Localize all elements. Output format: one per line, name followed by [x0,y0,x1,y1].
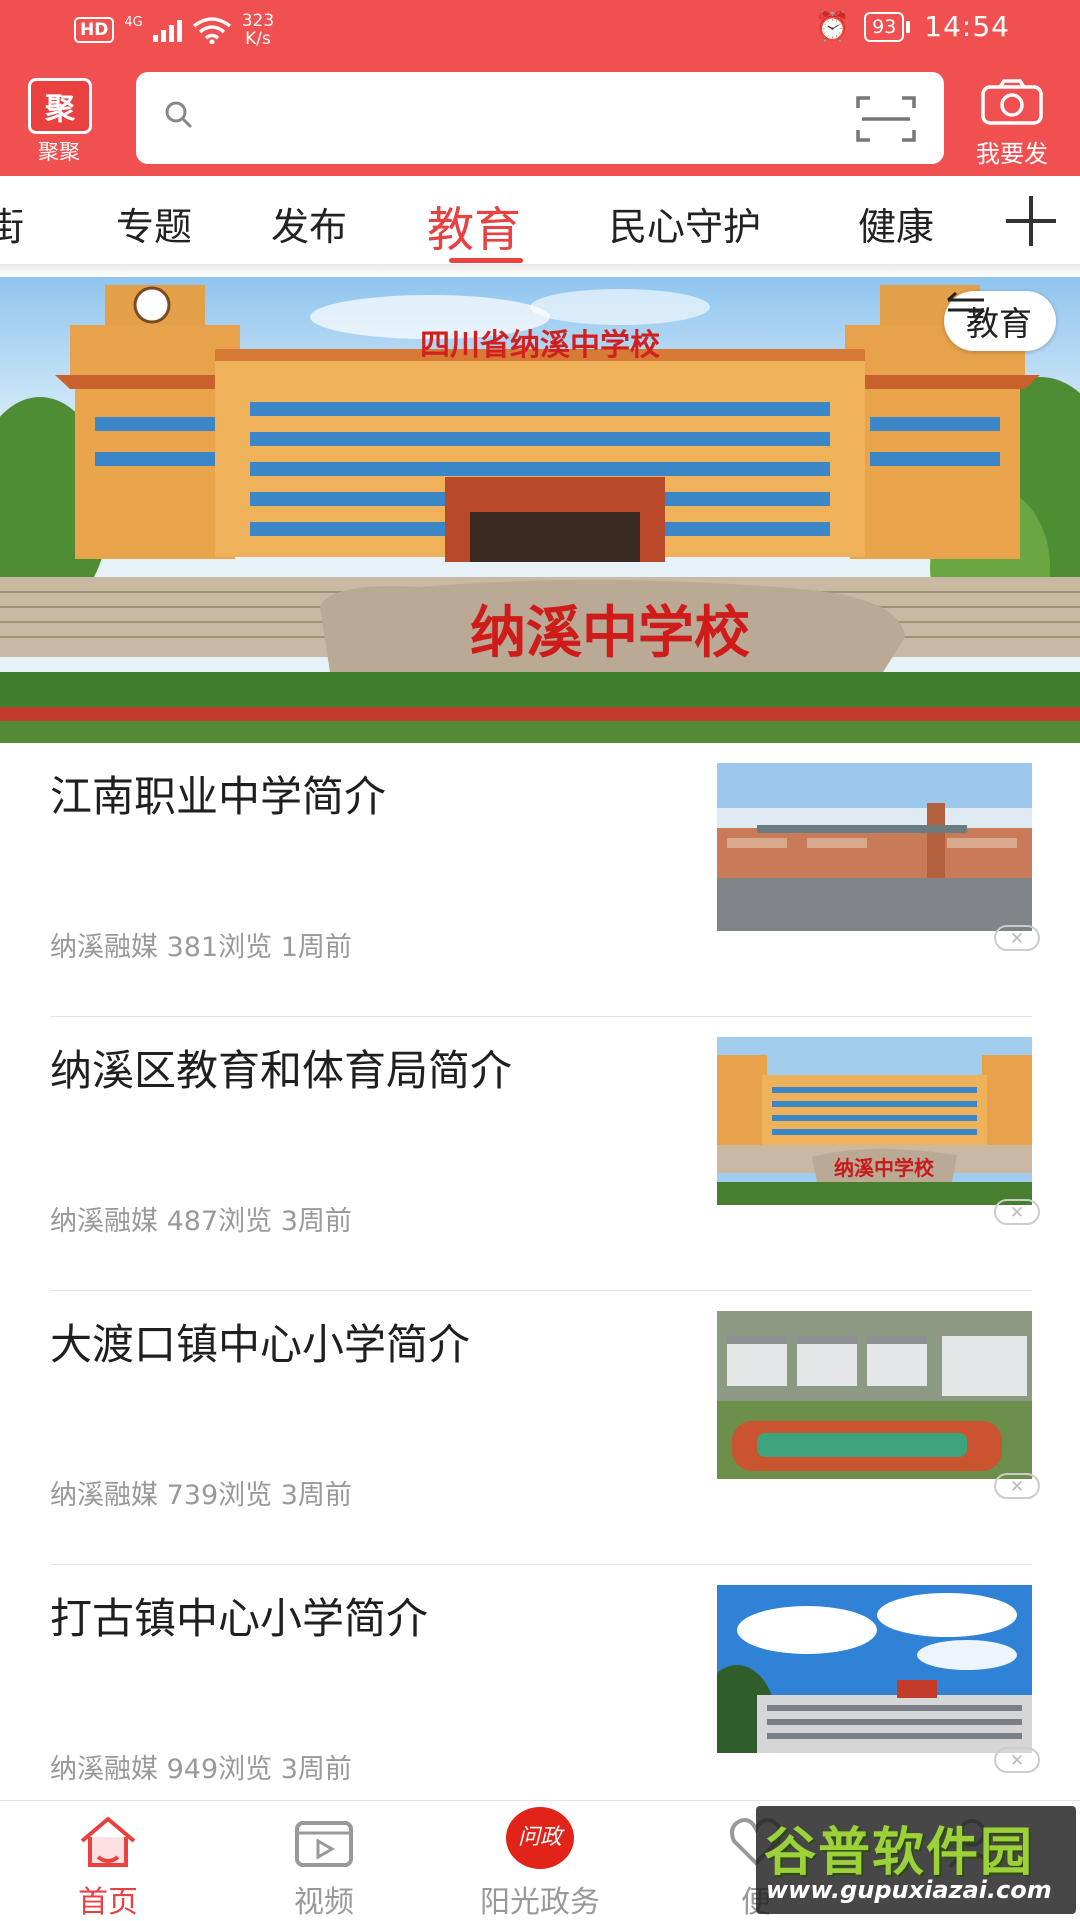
dismiss-button[interactable]: ✕ [994,1747,1040,1773]
news-item[interactable]: 江南职业中学简介 纳溪融媒 381浏览 1周前 ✕ [0,743,1080,1017]
tab-people[interactable]: 民心守护 [609,196,761,251]
video-icon [295,1821,353,1867]
news-item[interactable]: 打古镇中心小学简介 纳溪融媒 949浏览 3周前 ✕ [0,1565,1080,1839]
switch-arrows-icon [947,291,985,319]
battery-level: 93 [864,12,905,42]
watermark-url: www.gupuxiazai.com [766,1876,1052,1904]
tabs-divider [0,264,1080,276]
active-tab-indicator [449,258,523,263]
app-logo[interactable]: 聚 聚聚 [28,78,92,166]
news-meta: 纳溪融媒 949浏览 3周前 [50,1754,352,1785]
search-bar[interactable] [136,72,944,164]
post-label: 我要发 [976,140,1048,168]
alarm-icon: ⏰ [815,10,851,43]
watermark-name: 谷普软件园 [764,1823,1035,1883]
nav-home-label: 首页 [78,1885,138,1920]
news-meta: 纳溪融媒 487浏览 3周前 [50,1206,352,1237]
logo-label: 聚聚 [38,140,80,164]
dismiss-button[interactable]: ✕ [994,925,1040,951]
news-title[interactable]: 江南职业中学简介 [50,769,690,825]
site-watermark: 谷普软件园 www.gupuxiazai.com [756,1806,1076,1914]
hd-indicator: HD [74,17,115,43]
news-item[interactable]: 纳溪区教育和体育局简介 纳溪融媒 487浏览 3周前 纳溪中学校 ✕ [0,1017,1080,1291]
news-thumbnail[interactable]: 纳溪中学校 [717,1037,1032,1205]
dismiss-button[interactable]: ✕ [994,1473,1040,1499]
tab-street[interactable]: 街 [0,196,24,251]
add-channel-icon[interactable] [1002,192,1060,250]
dismiss-button[interactable]: ✕ [994,1199,1040,1225]
nav-home[interactable]: 首页 [28,1801,188,1921]
tab-health[interactable]: 健康 [858,196,934,251]
app-header: HD 4G 323 K/s ⏰ 93 14:54 聚 聚聚 我要发 [0,0,1080,176]
svg-text:四川省纳溪中学校: 四川省纳溪中学校 [420,328,660,363]
nav-video[interactable]: 视频 [244,1801,404,1921]
news-thumbnail[interactable] [717,1585,1032,1753]
status-time: 14:54 [924,10,1010,43]
tab-education[interactable]: 教育 [427,191,521,260]
status-bar: HD 4G 323 K/s ⏰ 93 14:54 [0,0,1080,58]
banner-category-tag[interactable]: 教育 [944,291,1056,351]
svg-text:纳溪中学校: 纳溪中学校 [834,1156,935,1180]
tab-special[interactable]: 专题 [116,196,192,251]
battery-icon: 93 [864,12,911,42]
post-button[interactable]: 我要发 [962,78,1062,169]
channel-tabs: 街 专题 发布 教育 民心守护 健康 [0,176,1080,268]
tab-release[interactable]: 发布 [271,196,347,251]
news-title[interactable]: 纳溪区教育和体育局简介 [50,1043,690,1099]
search-icon [165,101,192,128]
wifi-icon [192,17,231,44]
news-title[interactable]: 打古镇中心小学简介 [50,1591,690,1647]
signal-icon [152,18,182,42]
news-thumbnail[interactable] [717,763,1032,931]
news-thumbnail[interactable] [717,1311,1032,1479]
news-meta: 纳溪融媒 381浏览 1周前 [50,932,352,963]
nav-gov[interactable]: 问政 阳光政务 [460,1801,620,1921]
news-meta: 纳溪融媒 739浏览 3周前 [50,1480,352,1511]
banner-carousel[interactable]: 四川省纳溪中学校 纳溪中学校 教育 [0,277,1080,743]
svg-text:纳溪中学校: 纳溪中学校 [470,600,750,666]
home-icon [80,1817,136,1867]
network-speed: 323 K/s [241,11,275,49]
scan-icon[interactable] [856,94,916,144]
gov-badge-icon: 问政 [506,1807,574,1869]
logo-mark-icon: 聚 [28,78,92,134]
search-input[interactable] [216,94,780,144]
nav-video-label: 视频 [294,1885,354,1920]
nav-gov-label: 阳光政务 [480,1885,600,1920]
news-title[interactable]: 大渡口镇中心小学简介 [50,1317,690,1373]
news-item[interactable]: 大渡口镇中心小学简介 纳溪融媒 739浏览 3周前 ✕ [0,1291,1080,1565]
banner-school-image: 四川省纳溪中学校 纳溪中学校 [0,285,1080,743]
network-type: 4G [124,14,143,30]
camera-icon [981,79,1043,125]
